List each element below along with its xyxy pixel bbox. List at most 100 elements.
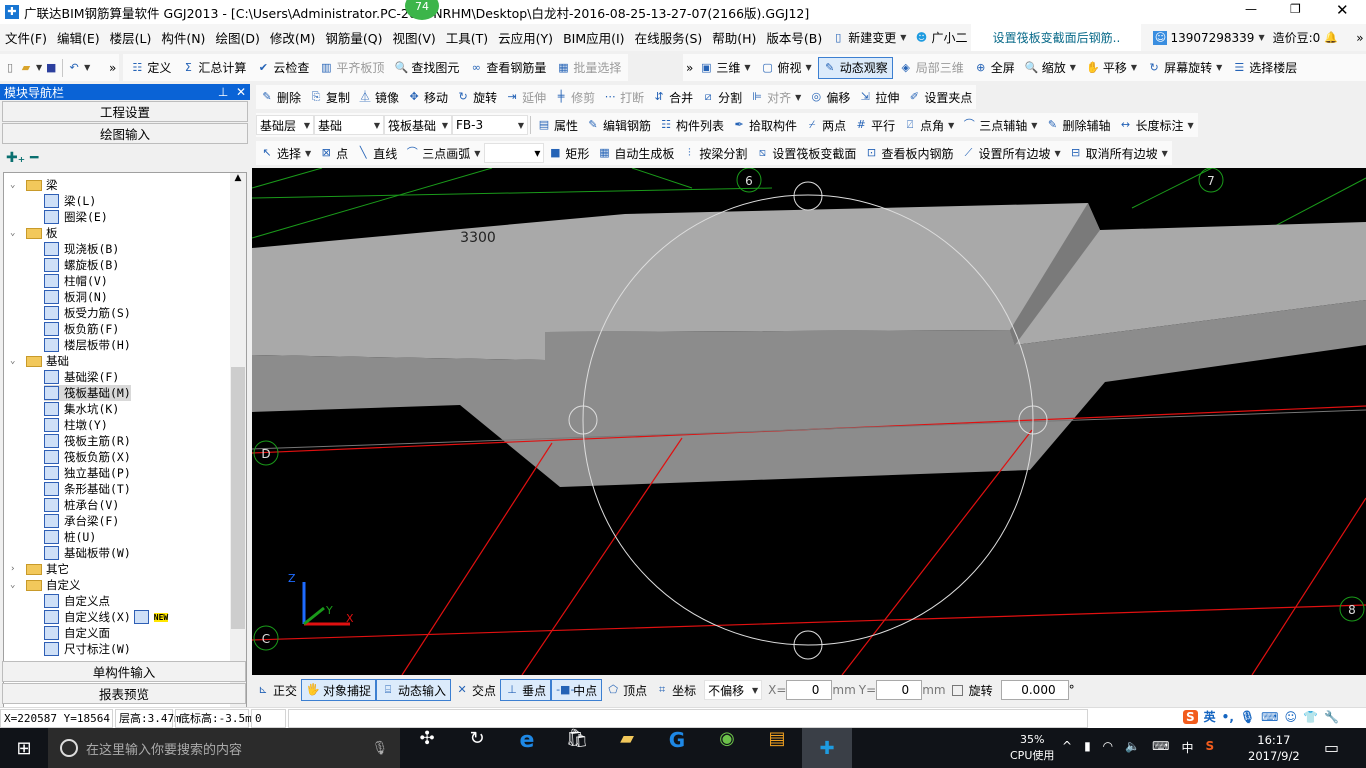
component-button-3[interactable]: ✒ 拾取构件 — [728, 114, 801, 136]
new-file-icon[interactable]: ▯ — [3, 61, 17, 75]
3d-viewport[interactable]: 6 7 D C 8 3300 Z Y X — [251, 167, 1366, 676]
toolbar1-button-4[interactable]: 🔍 查找图元 — [390, 57, 463, 79]
bell-icon[interactable]: 🔔 — [1324, 31, 1338, 45]
draw-button-7[interactable]: ⧅ 设置筏板变截面 — [751, 142, 860, 164]
edit-button-7[interactable]: ⋯ 打断 — [599, 86, 648, 108]
mic-icon[interactable]: 🎙 — [1240, 710, 1255, 724]
chevron-down-icon[interactable]: ⌄ — [10, 580, 26, 590]
keyboard-icon[interactable]: ⌨ — [1152, 739, 1169, 756]
floor-select[interactable]: 基础层 ▼ — [256, 115, 314, 135]
notice-link[interactable]: 设置筏板变截面后钢筋.. — [971, 24, 1142, 51]
edit-button-1[interactable]: ⎘ 复制 — [305, 86, 354, 108]
snap-button-2[interactable]: ⌸ 动态输入 — [376, 679, 452, 701]
component-select[interactable]: FB-3 ▼ — [452, 115, 528, 135]
tree-folder[interactable]: › 其它 — [10, 561, 69, 577]
chevron-down-icon[interactable]: ⌄ — [10, 356, 26, 366]
taskbar-store[interactable]: 🛍 — [552, 728, 602, 768]
draw-button-10[interactable]: ⊟ 取消所有边坡 ▼ — [1065, 142, 1172, 164]
tree-item[interactable]: 自定义线(X) NEW — [44, 609, 169, 625]
tree-item[interactable]: 基础梁(F) — [44, 369, 119, 385]
component-button-1[interactable]: ✎ 编辑钢筋 — [582, 114, 655, 136]
minimize-button[interactable]: — — [1245, 2, 1257, 16]
maximize-button[interactable]: ❐ — [1290, 2, 1301, 16]
menu-item-5[interactable]: 修改(M) — [265, 28, 321, 47]
menu-item-13[interactable]: 版本号(B) — [761, 28, 827, 47]
snap-button-6[interactable]: ⬠ 顶点 — [602, 679, 651, 701]
tree-folder[interactable]: ⌄ 基础 — [10, 353, 69, 369]
punctuation-icon[interactable]: •, — [1222, 710, 1234, 724]
keyboard-icon[interactable]: ⌨ — [1261, 710, 1278, 724]
component-button-4[interactable]: ⌿ 两点 — [801, 114, 850, 136]
view-button-7[interactable]: ↻ 屏幕旋转 ▼ — [1143, 57, 1226, 79]
close-nav-icon[interactable]: ✕ — [236, 85, 246, 99]
tree-item[interactable]: 板洞(N) — [44, 289, 108, 305]
tray-icons[interactable]: ^ ▮ ◠ 🔈 ⌨ 中 S — [1062, 739, 1214, 756]
component-button-0[interactable]: ▤ 属性 — [533, 114, 582, 136]
cpu-monitor[interactable]: 35% CPU使用 — [1010, 732, 1054, 764]
undo-icon[interactable]: ↶ — [67, 61, 81, 75]
taskbar-edge[interactable]: e — [502, 728, 552, 768]
menu-item-6[interactable]: 钢筋量(Q) — [320, 28, 387, 47]
pin-icon[interactable]: ⊥ — [218, 85, 228, 99]
expand-all-icon[interactable]: ✚₊ — [6, 150, 25, 166]
draw-button-4[interactable]: ■ 矩形 — [544, 142, 593, 164]
assistant-button[interactable]: ☻ 广小二 — [910, 27, 971, 49]
tree-item[interactable]: 筏板负筋(X) — [44, 449, 131, 465]
tree-item[interactable]: 楼层板带(H) — [44, 337, 131, 353]
menu-item-2[interactable]: 楼层(L) — [105, 28, 157, 47]
menu-item-1[interactable]: 编辑(E) — [52, 28, 105, 47]
toolbar1-button-0[interactable]: ☷ 定义 — [126, 57, 175, 79]
chevron-down-icon[interactable]: ⌄ — [10, 180, 26, 190]
menu-item-4[interactable]: 绘图(D) — [210, 28, 264, 47]
toolbar1-button-2[interactable]: ✔ 云检查 — [252, 57, 313, 79]
view-button-3[interactable]: ◈ 局部三维 — [895, 57, 968, 79]
edit-button-12[interactable]: ⇲ 拉伸 — [854, 86, 903, 108]
snap-button-7[interactable]: ⌗ 坐标 — [651, 679, 700, 701]
tree-folder[interactable]: ⌄ 梁 — [10, 177, 58, 193]
draw-button-3[interactable]: ⌒ 三点画弧 ▼ — [401, 142, 484, 164]
tree-item[interactable]: 板受力筋(S) — [44, 305, 131, 321]
tree-item[interactable]: 承台梁(F) — [44, 513, 119, 529]
save-icon[interactable]: ■ — [44, 61, 58, 75]
edit-button-2[interactable]: ⏅ 镜像 — [354, 86, 403, 108]
tree-item[interactable]: 尺寸标注(W) — [44, 641, 131, 657]
tree-item[interactable]: 柱帽(V) — [44, 273, 108, 289]
view-button-4[interactable]: ⊕ 全屏 — [970, 57, 1019, 79]
nav-drawing-input[interactable]: 绘图输入 — [2, 123, 248, 144]
component-button-7[interactable]: ⌒ 三点辅轴 ▼ — [958, 114, 1041, 136]
edit-button-6[interactable]: ╪ 修剪 — [550, 86, 599, 108]
draw-button-1[interactable]: ⊠ 点 — [315, 142, 352, 164]
view-button-1[interactable]: ▢ 俯视 ▼ — [757, 57, 816, 79]
component-button-9[interactable]: ↔ 长度标注 ▼ — [1114, 114, 1197, 136]
toolbar1-button-3[interactable]: ▥ 平齐板顶 — [315, 57, 388, 79]
component-button-6[interactable]: ⍁ 点角 ▼ — [899, 114, 958, 136]
ime-toolbar[interactable]: S 英 •, 🎙 ⌨ ☺ 👕 🔧 — [1183, 708, 1339, 725]
view-button-0[interactable]: ▣ 三维 ▼ — [695, 57, 754, 79]
component-button-8[interactable]: ✎ 删除辅轴 — [1041, 114, 1114, 136]
component-button-2[interactable]: ☷ 构件列表 — [655, 114, 728, 136]
menu-item-12[interactable]: 帮助(H) — [707, 28, 761, 47]
search-box[interactable]: 在这里输入你要搜索的内容 🎙 — [48, 728, 400, 768]
menu-item-0[interactable]: 文件(F) — [0, 28, 52, 47]
toolbar1-button-6[interactable]: ▦ 批量选择 — [552, 57, 625, 79]
tree-item[interactable]: 筏板基础(M) — [44, 385, 131, 401]
ime-mode[interactable]: 英 — [1204, 708, 1216, 725]
battery-icon[interactable]: ▮ — [1084, 739, 1091, 756]
view-button-2[interactable]: ✎ 动态观察 — [817, 56, 893, 79]
user-account[interactable]: ☺ 13907298339 ▼ — [1149, 27, 1268, 49]
tree-item[interactable]: 集水坑(K) — [44, 401, 119, 417]
tree-item[interactable]: 梁(L) — [44, 193, 96, 209]
draw-button-0[interactable]: ↖ 选择 ▼ — [256, 142, 315, 164]
nav-report-preview[interactable]: 报表预览 — [2, 683, 246, 704]
tree-item[interactable]: 自定义点 — [44, 593, 110, 609]
offset-select[interactable]: 不偏移 ▼ — [704, 680, 763, 700]
taskbar-app-swirl[interactable]: ↻ — [452, 728, 502, 768]
tree-scrollbar[interactable]: ▲ ▼ — [230, 173, 246, 743]
tree-item[interactable]: 桩承台(V) — [44, 497, 119, 513]
edit-button-8[interactable]: ⇵ 合并 — [648, 86, 697, 108]
chevron-right-icon[interactable]: › — [10, 564, 26, 574]
snap-button-3[interactable]: ✕ 交点 — [451, 679, 500, 701]
overflow-icon[interactable]: » — [1356, 31, 1363, 45]
tree-item[interactable]: 基础板带(W) — [44, 545, 131, 561]
edit-button-0[interactable]: ✎ 删除 — [256, 86, 305, 108]
